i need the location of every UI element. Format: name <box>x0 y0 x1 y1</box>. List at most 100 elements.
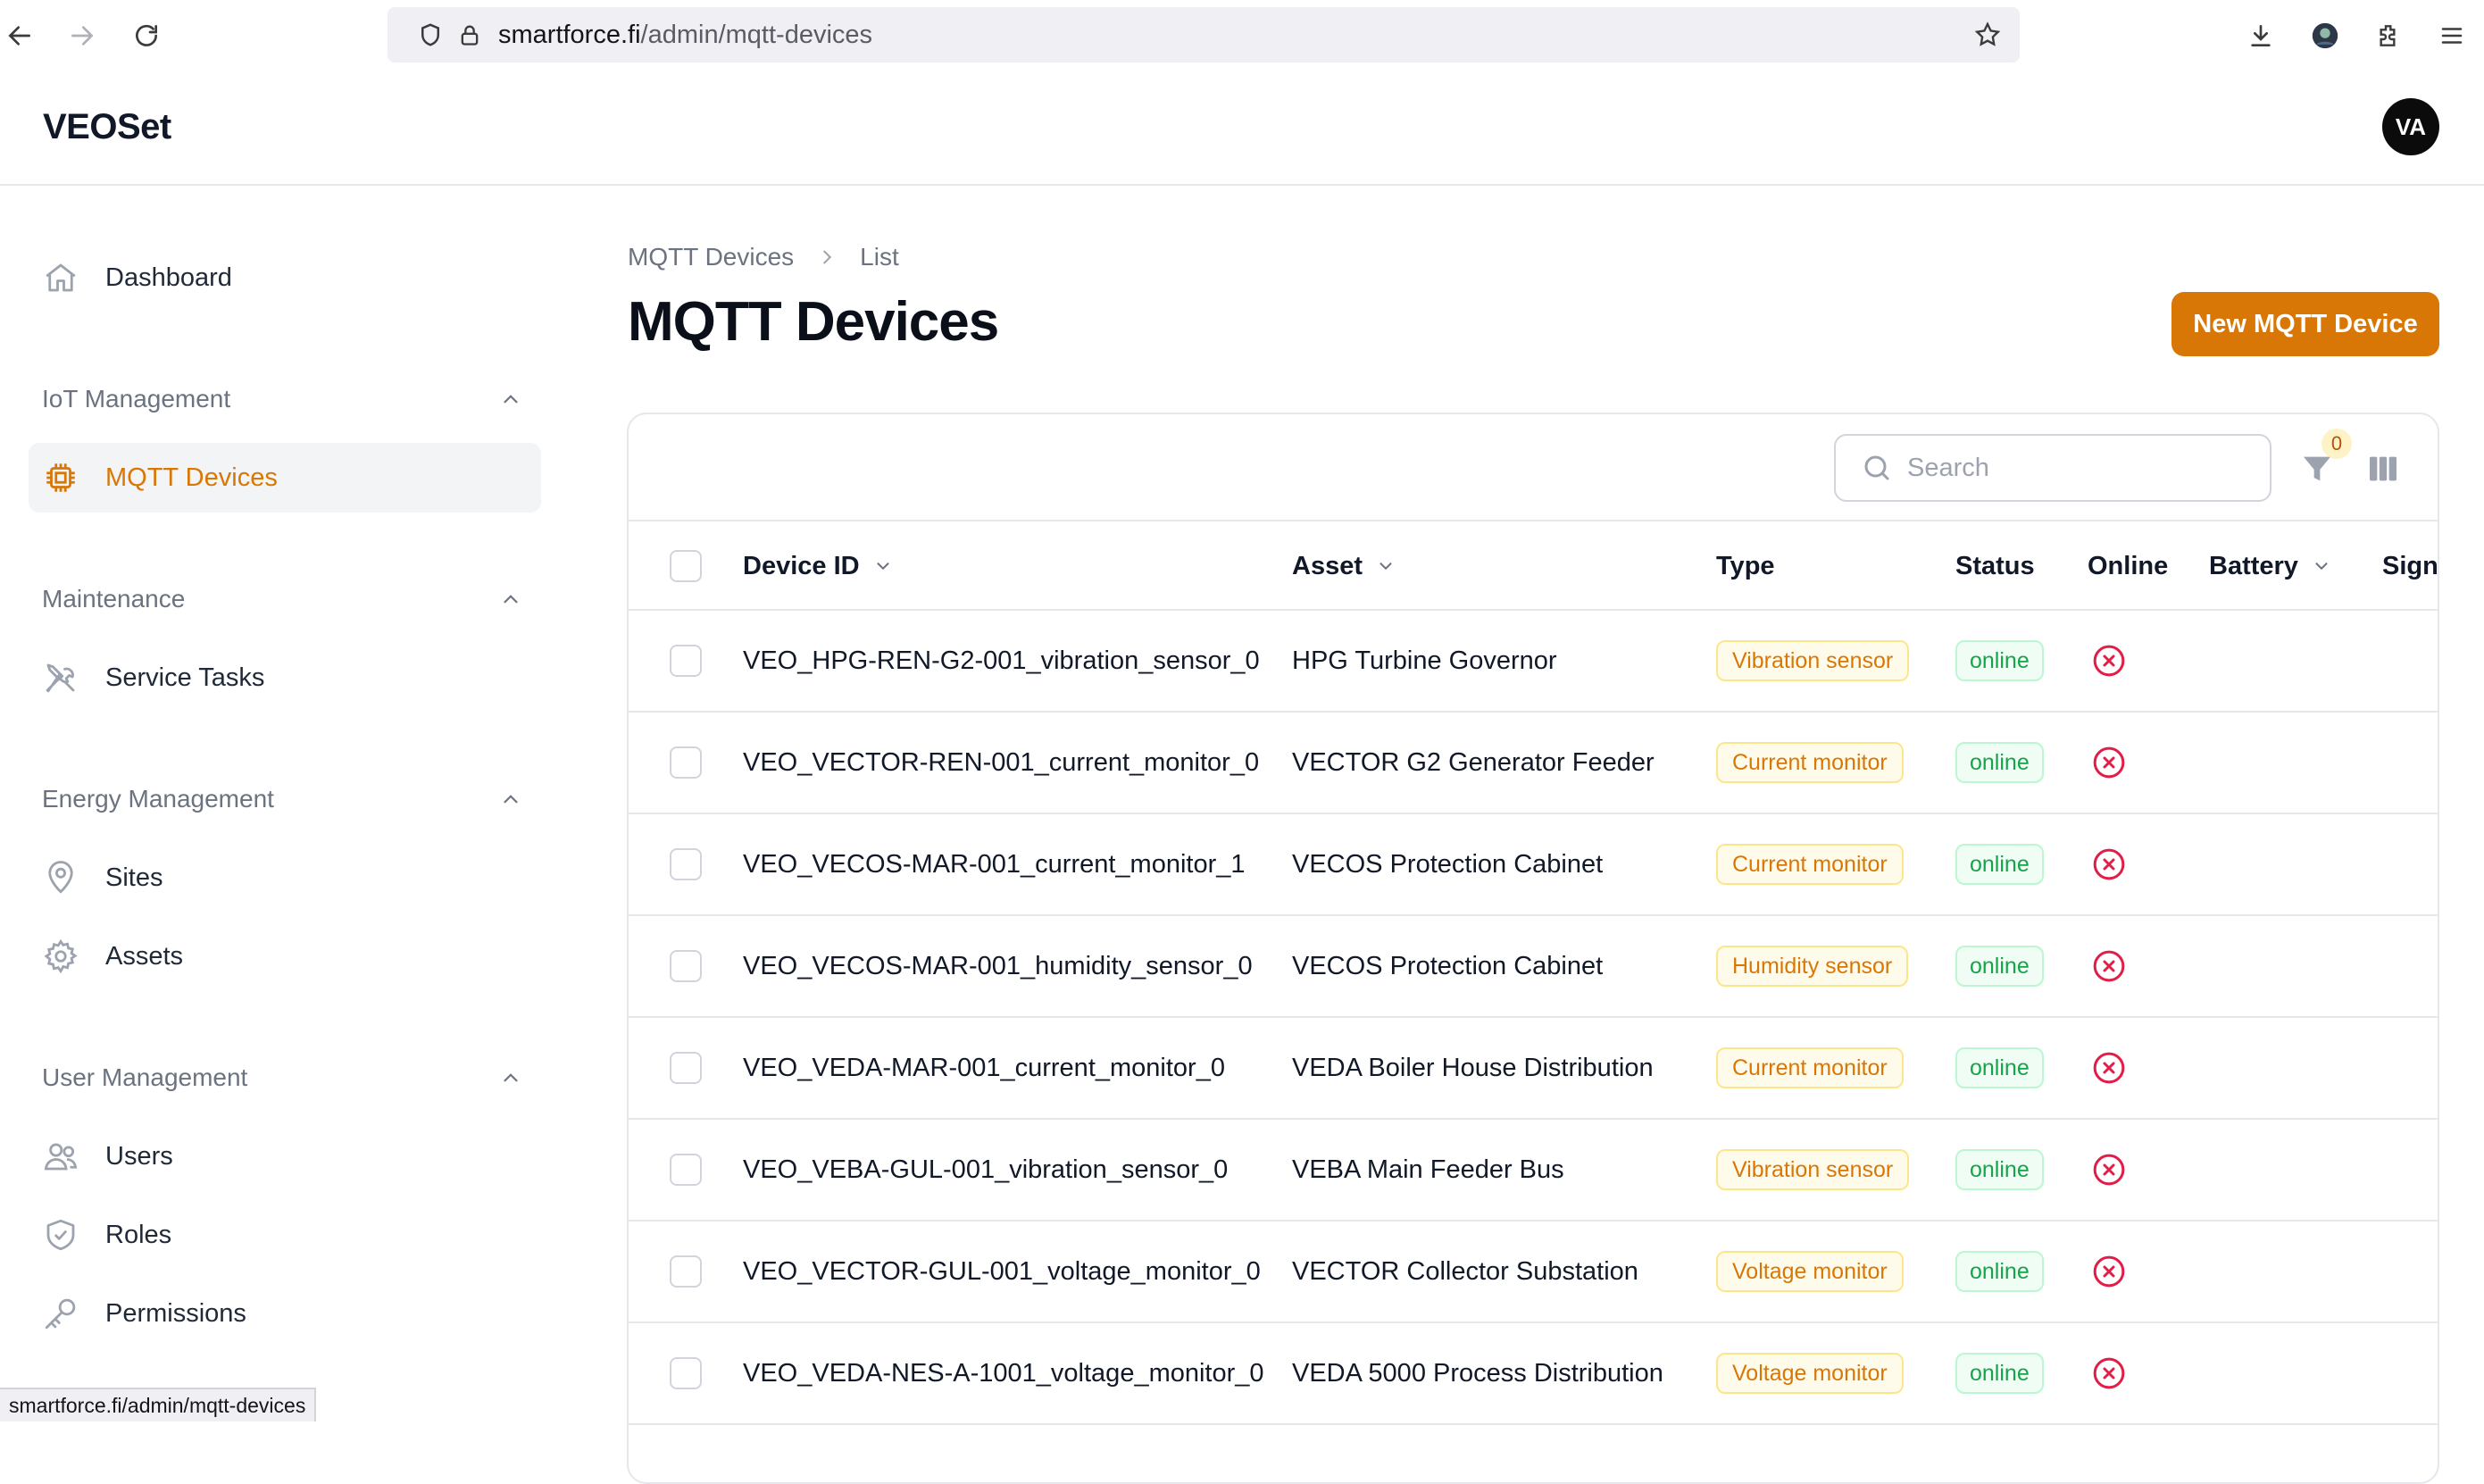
sidebar-item-assets[interactable]: Assets <box>29 921 541 991</box>
profile-icon[interactable] <box>2305 16 2345 55</box>
chevron-up-icon[interactable] <box>497 1064 524 1091</box>
menu-icon[interactable] <box>2432 16 2471 55</box>
column-header-label: Status <box>1955 551 2035 580</box>
cell-type: Vibration sensor <box>1716 1120 1910 1220</box>
cell-device-id: VEO_VECOS-MAR-001_current_monitor_1 <box>743 849 1246 879</box>
address-bar[interactable]: smartforce.fi/admin/mqtt-devices <box>388 7 2020 63</box>
type-badge: Voltage monitor <box>1716 1353 1904 1394</box>
url-domain: smartforce.fi <box>498 20 641 49</box>
new-mqtt-device-button[interactable]: New MQTT Device <box>2171 292 2439 356</box>
cell-status: online <box>1955 1221 2044 1321</box>
chevron-down-icon[interactable] <box>872 555 894 577</box>
cell-device-id: VEO_VEDA-MAR-001_current_monitor_0 <box>743 1053 1225 1082</box>
status-badge: online <box>1955 946 2044 987</box>
chevron-up-icon[interactable] <box>497 386 524 413</box>
cell-asset: VECOS Protection Cabinet <box>1292 849 1604 879</box>
cell-status: online <box>1955 1120 2044 1220</box>
row-checkbox[interactable] <box>670 1255 702 1288</box>
sidebar-item-sites[interactable]: Sites <box>29 843 541 913</box>
user-avatar[interactable]: VA <box>2382 98 2439 155</box>
cell-device-id: VEO_HPG-REN-G2-001_vibration_sensor_0 <box>743 646 1260 675</box>
column-header-label: Battery <box>2209 551 2298 580</box>
home-icon <box>41 258 80 297</box>
cell-status: online <box>1955 1018 2044 1118</box>
row-checkbox[interactable] <box>670 1052 702 1084</box>
sidebar-item-mqtt-devices[interactable]: MQTT Devices <box>29 443 541 513</box>
group-title-label: Energy Management <box>42 785 274 813</box>
sidebar-item-label: Roles <box>105 1220 172 1249</box>
forward-icon[interactable] <box>63 16 102 55</box>
sidebar-item-dashboard[interactable]: Dashboard <box>29 243 541 313</box>
group-title-iot-management[interactable]: IoT Management <box>42 379 524 419</box>
devices-table-card: 0 Device ID Asset Type Status Online Bat… <box>627 413 2439 1484</box>
search-field[interactable] <box>1834 434 2271 502</box>
lock-icon[interactable] <box>454 19 486 51</box>
column-header-asset[interactable]: Asset <box>1292 521 1396 611</box>
cell-status: online <box>1955 713 2044 813</box>
row-checkbox[interactable] <box>670 950 702 982</box>
status-badge: online <box>1955 1047 2044 1088</box>
row-checkbox[interactable] <box>670 1357 702 1389</box>
column-header-device-id[interactable]: Device ID <box>743 521 894 611</box>
back-icon[interactable] <box>0 16 39 55</box>
table-row[interactable]: VEO_VEDA-NES-A-1001_voltage_monitor_0 VED… <box>629 1323 2438 1425</box>
status-badge: online <box>1955 844 2044 885</box>
table-row[interactable]: VEO_VEDA-MAR-001_current_monitor_0 VEDA B… <box>629 1018 2438 1120</box>
row-checkbox[interactable] <box>670 746 702 779</box>
row-checkbox[interactable] <box>670 848 702 880</box>
cell-device-id: VEO_VECTOR-GUL-001_voltage_monitor_0 <box>743 1256 1261 1286</box>
row-checkbox[interactable] <box>670 645 702 677</box>
chevron-up-icon[interactable] <box>497 786 524 813</box>
breadcrumb-parent-link[interactable]: MQTT Devices <box>628 243 794 271</box>
group-title-label: Maintenance <box>42 585 186 613</box>
sidebar-item-service-tasks[interactable]: Service Tasks <box>29 643 541 713</box>
table-row[interactable]: VEO_HPG-REN-G2-001_vibration_sensor_0 HPG… <box>629 611 2438 713</box>
cell-online <box>2089 1323 2129 1423</box>
search-input[interactable] <box>1907 441 2255 495</box>
cell-type: Vibration sensor <box>1716 611 1910 711</box>
cell-device-id: VEO_VEBA-GUL-001_vibration_sensor_0 <box>743 1155 1229 1184</box>
type-badge: Vibration sensor <box>1716 640 1910 681</box>
cell-status: online <box>1955 916 2044 1016</box>
group-title-maintenance[interactable]: Maintenance <box>42 579 524 619</box>
shield-icon[interactable] <box>414 19 446 51</box>
filter-count-badge: 0 <box>2321 429 2352 459</box>
column-header-label: Asset <box>1292 551 1363 580</box>
group-title-user-management[interactable]: User Management <box>42 1058 524 1097</box>
type-badge: Current monitor <box>1716 1047 1904 1088</box>
cell-type: Voltage monitor <box>1716 1221 1904 1321</box>
reload-icon[interactable] <box>127 16 166 55</box>
browser-toolbar: smartforce.fi/admin/mqtt-devices <box>0 0 2484 70</box>
x-circle-icon <box>2089 1252 2129 1291</box>
group-title-label: User Management <box>42 1063 248 1091</box>
columns-icon[interactable] <box>2361 446 2405 491</box>
table-row[interactable]: VEO_VECTOR-REN-001_current_monitor_0 VECT… <box>629 713 2438 814</box>
table-row[interactable]: VEO_VEBA-GUL-001_vibration_sensor_0 VEBA … <box>629 1120 2438 1221</box>
extensions-icon[interactable] <box>2370 16 2409 55</box>
column-header-battery[interactable]: Battery <box>2209 521 2332 611</box>
bookmark-star-icon[interactable] <box>1970 17 2005 53</box>
chevron-down-icon[interactable] <box>2311 555 2332 577</box>
brand-logo[interactable]: VEOSet <box>43 107 171 147</box>
app-header: VEOSet VA <box>0 70 2484 186</box>
chip-icon <box>41 458 80 497</box>
sidebar-item-permissions[interactable]: Permissions <box>29 1279 541 1348</box>
table-row[interactable]: VEO_VECOS-MAR-001_humidity_sensor_0 VECOS… <box>629 916 2438 1018</box>
sidebar-item-users[interactable]: Users <box>29 1121 541 1191</box>
column-header-label: Device ID <box>743 551 860 580</box>
downloads-icon[interactable] <box>2241 16 2280 55</box>
group-title-label: IoT Management <box>42 385 231 413</box>
chevron-down-icon[interactable] <box>1375 555 1396 577</box>
row-checkbox[interactable] <box>670 1154 702 1186</box>
table-row[interactable]: VEO_VECTOR-GUL-001_voltage_monitor_0 VECT… <box>629 1221 2438 1323</box>
chevron-up-icon[interactable] <box>497 586 524 613</box>
group-title-energy-management[interactable]: Energy Management <box>42 780 524 819</box>
sidebar-item-roles[interactable]: Roles <box>29 1200 541 1270</box>
table-row[interactable]: VEO_VECOS-MAR-001_current_monitor_1 VECOS… <box>629 814 2438 916</box>
gear-icon <box>41 937 80 976</box>
column-header-status: Status <box>1955 521 2035 611</box>
select-all-checkbox[interactable] <box>670 550 702 582</box>
url-text[interactable]: smartforce.fi/admin/mqtt-devices <box>498 21 872 50</box>
cell-type: Current monitor <box>1716 1018 1904 1118</box>
shield-check-icon <box>41 1215 80 1255</box>
